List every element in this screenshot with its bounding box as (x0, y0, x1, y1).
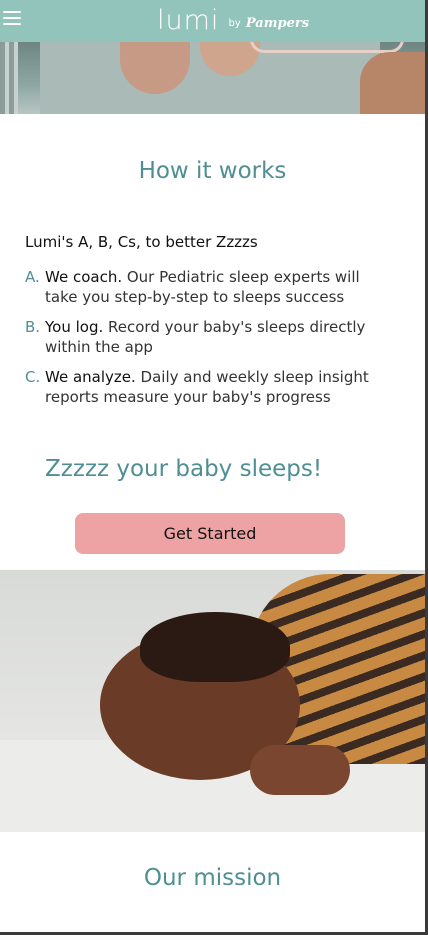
step-text: We analyze. Daily and weekly sleep insig… (45, 367, 385, 407)
photo-baby-hair (140, 612, 290, 682)
step-letter: C. (25, 368, 41, 386)
sleeping-baby-image (0, 570, 425, 832)
lumi-by-pampers-logo[interactable]: lumi by Pampers (157, 3, 309, 39)
menu-line (3, 11, 21, 13)
step-letter: A. (25, 268, 40, 286)
menu-line (3, 23, 21, 25)
logo-by: by (228, 18, 241, 29)
menu-line (3, 17, 21, 19)
steps-list: A. We coach. Our Pediatric sleep experts… (25, 267, 385, 417)
zzz-heading: Zzzzz your baby sleeps! (45, 456, 323, 482)
get-started-button[interactable]: Get Started (75, 513, 345, 554)
photo-baby-hand (250, 745, 350, 795)
abc-intro-text: Lumi's A, B, Cs, to better Zzzzs (25, 233, 258, 251)
how-it-works-heading: How it works (138, 158, 287, 184)
hero-image-baby-with-phone (0, 42, 425, 114)
step-text: You log. Record your baby's sleeps direc… (45, 317, 385, 357)
logo-brand: Pampers (245, 16, 310, 31)
hero-parent-hand (360, 52, 425, 114)
step-bold: We analyze. (45, 368, 136, 386)
hero-phone (250, 42, 404, 53)
step-text: We coach. Our Pediatric sleep experts wi… (45, 267, 385, 307)
our-mission-heading: Our mission (143, 865, 282, 891)
step-item-b: B. You log. Record your baby's sleeps di… (25, 317, 385, 357)
hamburger-menu-icon[interactable] (3, 11, 21, 27)
logo-word: lumi (157, 5, 220, 36)
step-item-c: C. We analyze. Daily and weekly sleep in… (25, 367, 385, 407)
top-nav-bar: lumi by Pampers (0, 0, 425, 42)
step-bold: We coach. (45, 268, 123, 286)
step-item-a: A. We coach. Our Pediatric sleep experts… (25, 267, 385, 307)
step-letter: B. (25, 318, 41, 336)
hero-crib-rails (0, 42, 18, 114)
step-bold: You log. (45, 318, 104, 336)
